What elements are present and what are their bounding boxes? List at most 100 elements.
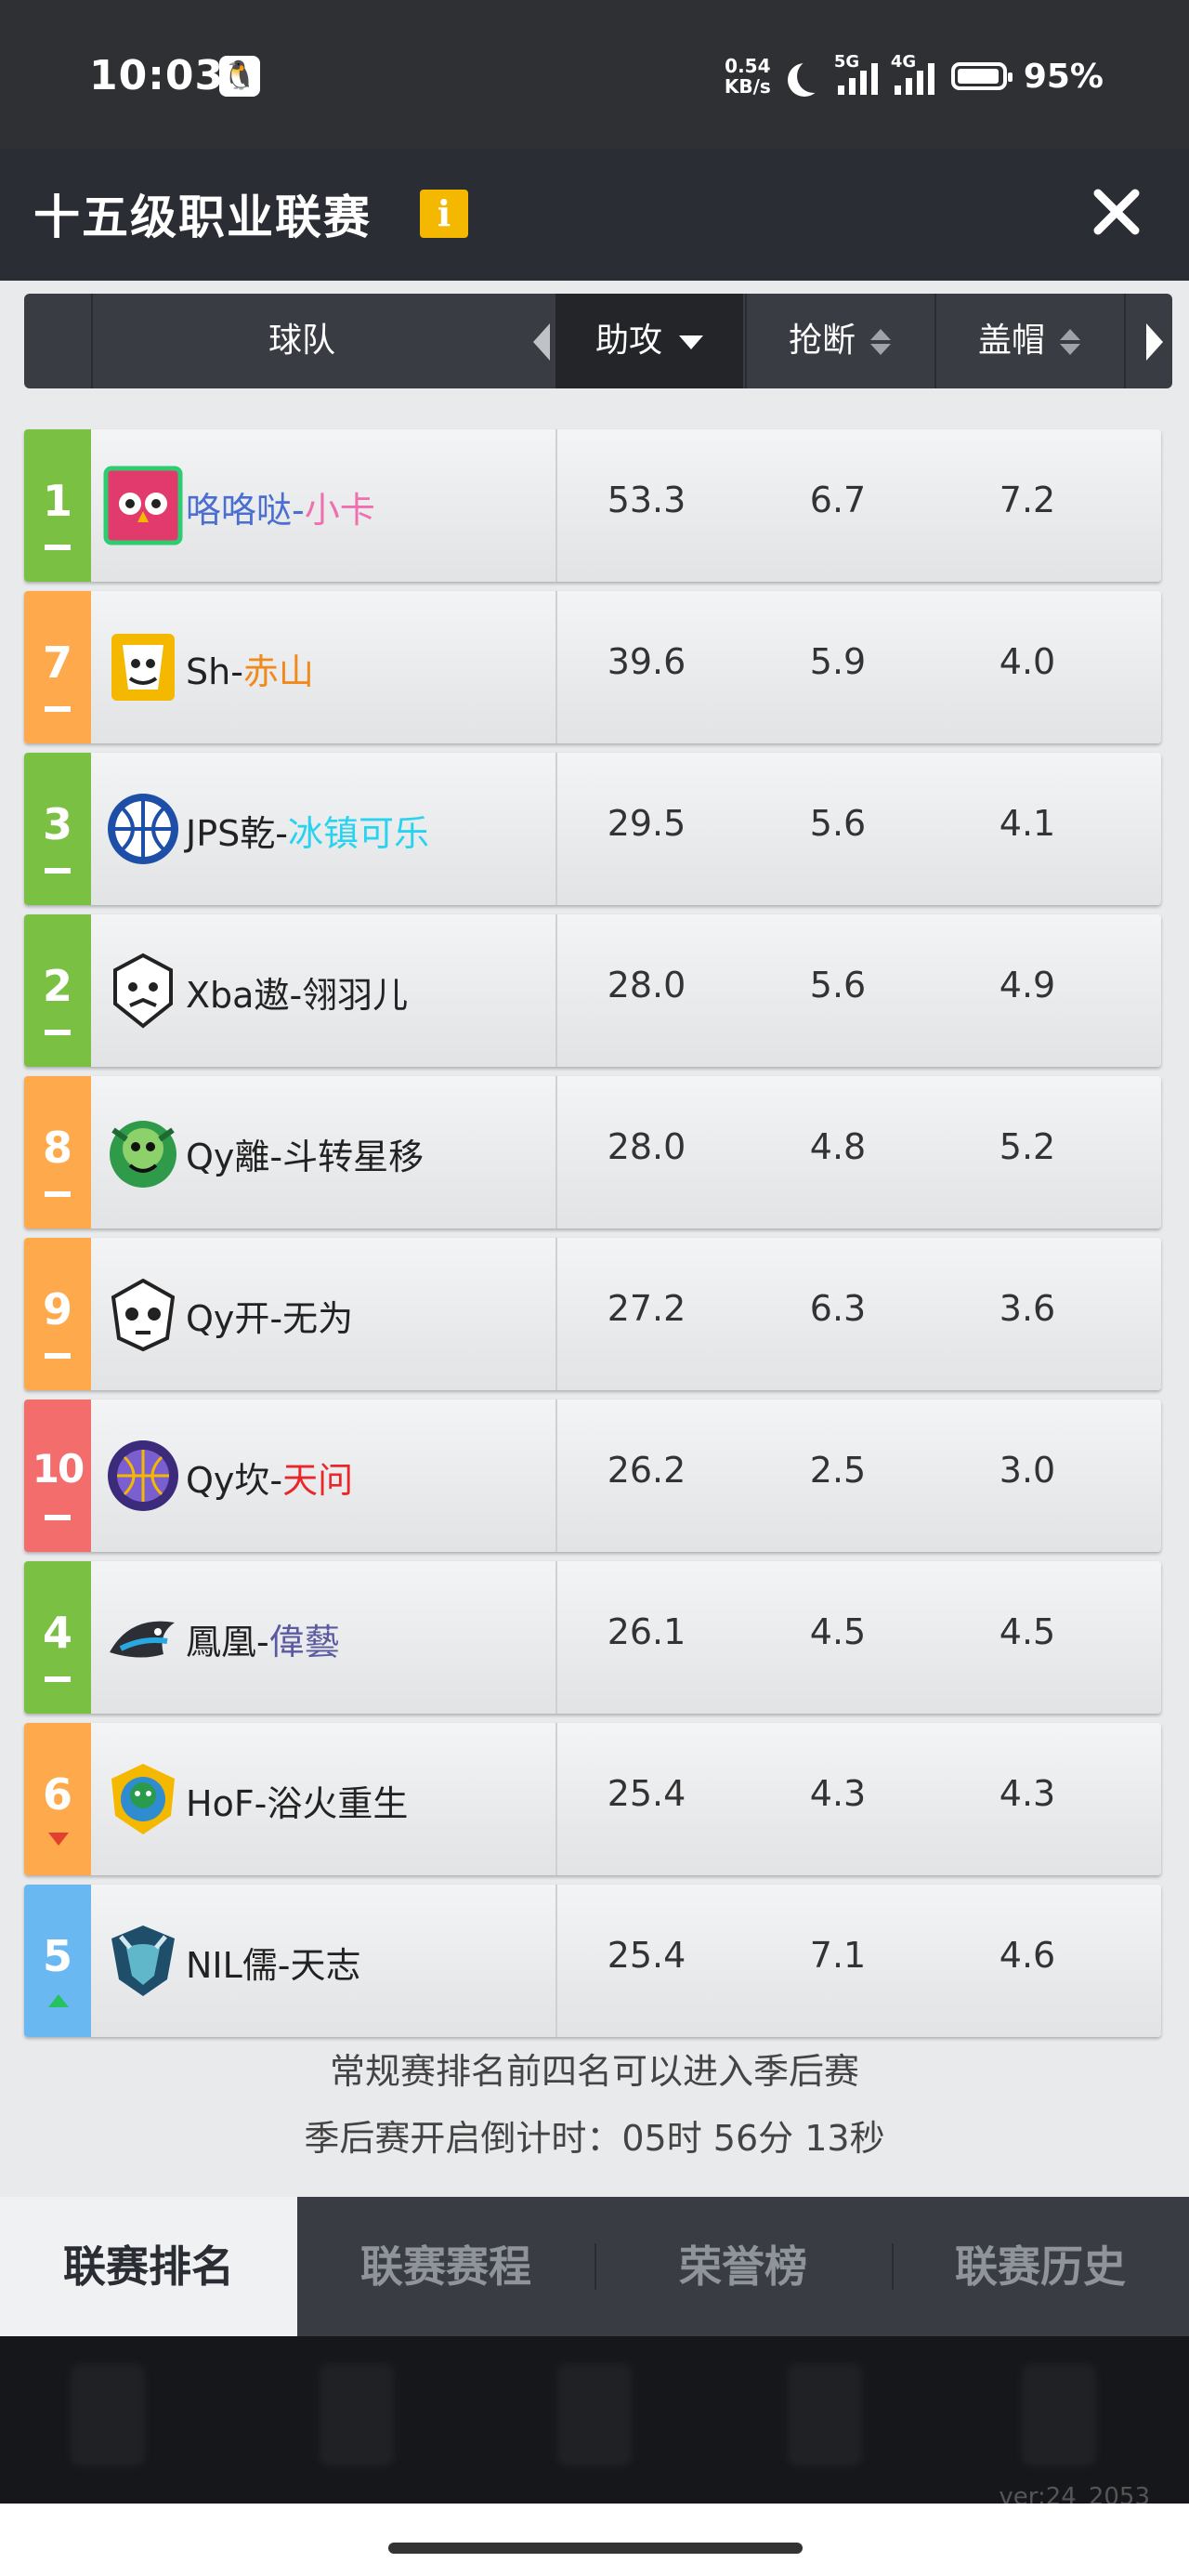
column-blocks-sort[interactable]: 盖帽 (936, 294, 1122, 388)
rank-up-icon (48, 1994, 69, 2007)
rank-badge: 7 (24, 591, 91, 743)
table-row[interactable]: 8 Qy離-斗转星移 28.0 4.8 5.2 (24, 1076, 1161, 1229)
rank-badge: 5 (24, 1885, 91, 2037)
table-row[interactable]: 3 JPS乾-冰镇可乐 29.5 5.6 4.1 (24, 753, 1161, 905)
blocks-value: 4.5 (999, 1611, 1056, 1652)
clock: 10:03 (89, 52, 225, 99)
steals-value: 5.6 (809, 803, 867, 844)
assists-value: 25.4 (607, 1773, 686, 1814)
sort-icon (1060, 325, 1080, 359)
assists-value: 39.6 (607, 641, 686, 682)
team-name: JPS乾-冰镇可乐 (186, 805, 429, 856)
tab-honor-roll[interactable]: 荣誉榜 (594, 2197, 892, 2336)
tab-league-schedule[interactable]: 联赛赛程 (297, 2197, 594, 2336)
column-assists-sort[interactable]: 助攻 (555, 294, 743, 388)
team-name-prefix: JPS乾- (186, 813, 288, 854)
blurred-icon (71, 2364, 145, 2466)
blurred-icon (320, 2364, 394, 2466)
gorilla-logo-icon (111, 1764, 175, 1834)
home-gesture-bar[interactable] (388, 2543, 803, 2554)
table-row[interactable]: 10 Qy坎-天问 26.2 2.5 3.0 (24, 1400, 1161, 1552)
assists-value: 53.3 (607, 480, 686, 520)
green-monster-logo-icon (110, 1121, 176, 1188)
rank-number: 2 (42, 961, 72, 1011)
table-row[interactable]: 2 Xba遨-翎羽儿 28.0 5.6 4.9 (24, 914, 1161, 1067)
tab-league-history[interactable]: 联赛历史 (892, 2197, 1189, 2336)
signal-5g-icon: 5G (834, 52, 878, 95)
blocks-value: 4.6 (999, 1935, 1056, 1976)
column-header: 球队 助攻 抢断 盖帽 (24, 294, 1172, 388)
rank-badge: 1 (24, 429, 91, 582)
team-name-prefix: Qy坎- (186, 1460, 283, 1501)
rank-badge: 10 (24, 1400, 91, 1552)
table-row[interactable]: 1 咯咯哒-小卡 53.3 6.7 7.2 (24, 429, 1161, 582)
assists-value: 28.0 (607, 1126, 686, 1167)
blurred-icon (1022, 2364, 1096, 2466)
team-name: Qy離-斗转星移 (186, 1128, 424, 1179)
team-name-suffix: 冰镇可乐 (287, 813, 429, 854)
steals-value: 6.7 (809, 480, 867, 520)
rank-same-icon (45, 545, 71, 550)
blocks-value: 4.3 (999, 1773, 1056, 1814)
table-row[interactable]: 4 鳳凰-偉藝 26.1 4.5 4.5 (24, 1561, 1161, 1714)
team-name-prefix: Xba遨-翎羽儿 (186, 975, 409, 1016)
blocks-value: 4.0 (999, 641, 1056, 682)
shark-logo-icon (110, 1621, 175, 1658)
table-row[interactable]: 5 NIL儒-天志 25.4 7.1 4.6 (24, 1885, 1161, 2037)
playoff-countdown: 季后赛开启倒计时：05时 56分 13秒 (304, 2118, 885, 2159)
rank-same-icon (45, 706, 71, 712)
rank-badge: 9 (24, 1238, 91, 1390)
assists-value: 28.0 (607, 965, 686, 1005)
column-steals-sort[interactable]: 抢断 (747, 294, 933, 388)
blocks-value: 4.9 (999, 965, 1056, 1005)
column-team: 球队 (268, 322, 335, 360)
table-row[interactable]: 9 Qy开-无为 27.2 6.3 3.6 (24, 1238, 1161, 1390)
steals-value: 5.9 (809, 641, 867, 682)
tab-league-standings[interactable]: 联赛排名 (0, 2197, 297, 2336)
team-name: 鳳凰-偉藝 (186, 1613, 340, 1664)
status-bar: 10:03 🐧 0.54 KB/s 5G 4G 95% (0, 0, 1189, 149)
team-name: Qy开-无为 (186, 1290, 353, 1341)
team-name: Sh-赤山 (186, 643, 314, 694)
system-nav-bar (0, 2504, 1189, 2576)
blurred-game-nav (0, 2336, 1189, 2504)
steals-value: 4.5 (809, 1611, 867, 1652)
status-icons: 0.54 KB/s 5G 4G 95% (725, 50, 1104, 102)
info-icon[interactable]: i (420, 190, 468, 238)
steals-value: 7.1 (809, 1935, 867, 1976)
rank-number: 4 (42, 1608, 72, 1658)
blocks-value: 7.2 (999, 480, 1056, 520)
table-row[interactable]: 7 Sh-赤山 39.6 5.9 4.0 (24, 591, 1161, 743)
team-name-prefix: Qy开-无为 (186, 1298, 354, 1339)
owl-logo-icon (103, 466, 183, 545)
rank-same-icon (45, 1676, 71, 1682)
team-name-prefix: Qy離-斗转星移 (186, 1137, 425, 1177)
purple-ball-logo-icon (108, 1440, 178, 1511)
scroll-left-icon[interactable] (533, 323, 550, 361)
qq-notification-icon: 🐧 (219, 56, 260, 97)
sort-desc-icon (679, 335, 703, 349)
team-name-prefix: NIL儒-天志 (186, 1945, 361, 1986)
bottom-tabs: 联赛排名 联赛赛程 荣誉榜 联赛历史 (0, 2197, 1189, 2336)
steals-value: 6.3 (809, 1288, 867, 1329)
rank-badge: 6 (24, 1723, 91, 1875)
team-name: Qy坎-天问 (186, 1452, 353, 1503)
team-name: 咯咯哒-小卡 (186, 481, 375, 532)
team-name: Xba遨-翎羽儿 (186, 966, 408, 1018)
blurred-icon (557, 2364, 632, 2466)
assists-value: 25.4 (607, 1935, 686, 1976)
rank-number: 5 (42, 1931, 72, 1981)
table-row[interactable]: 6 HoF-浴火重生 25.4 4.3 4.3 (24, 1723, 1161, 1875)
steals-value: 4.8 (809, 1126, 867, 1167)
steals-value: 2.5 (809, 1450, 867, 1491)
page-title: 十五级职业联赛 (33, 191, 372, 244)
signal-4g-icon: 4G (891, 52, 934, 95)
close-icon[interactable] (1089, 184, 1144, 240)
steals-value: 5.6 (809, 965, 867, 1005)
team-name-prefix: HoF-浴火重生 (186, 1783, 409, 1824)
bull-logo-icon (111, 1925, 175, 1996)
blocks-value: 4.1 (999, 803, 1056, 844)
team-name-prefix: Sh- (186, 651, 243, 692)
scroll-right-icon[interactable] (1146, 323, 1163, 361)
team-name: HoF-浴火重生 (186, 1775, 408, 1826)
